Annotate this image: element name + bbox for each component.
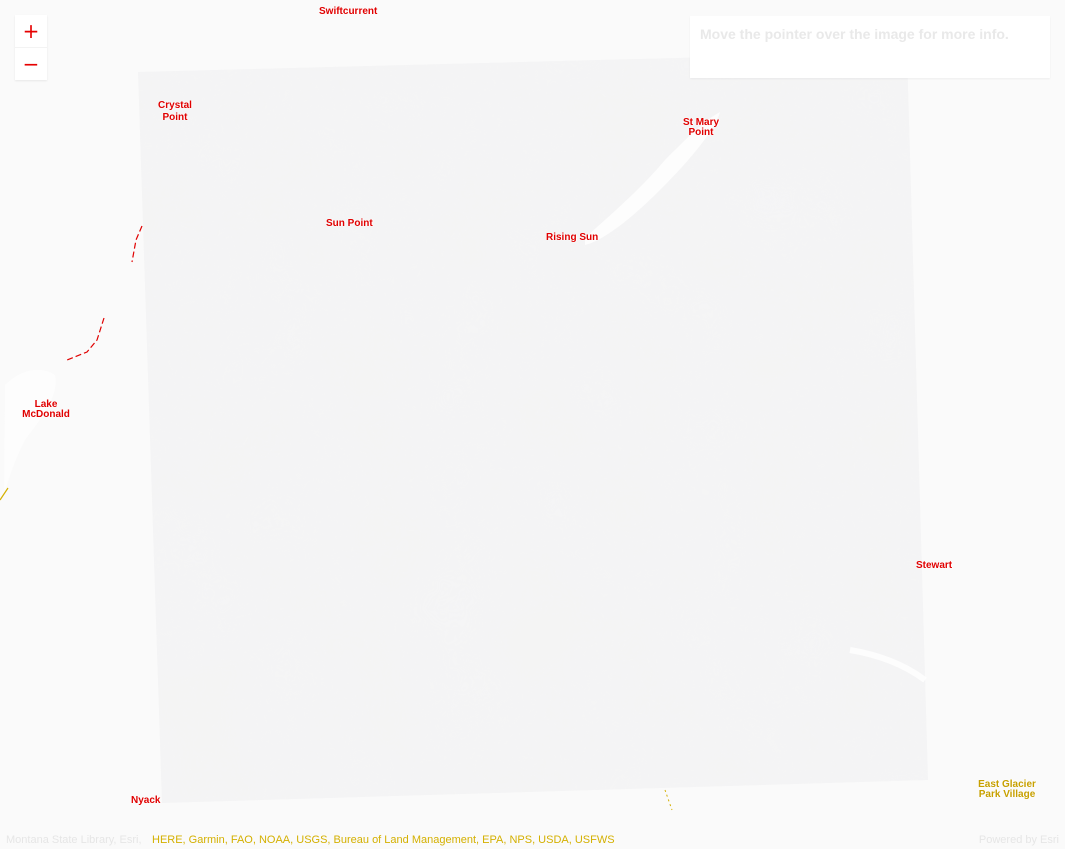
map-view[interactable]: Swiftcurrent Crystal Point St Mary Point… <box>0 0 1065 849</box>
attribution-overlay-text: HERE, Garmin, FAO, NOAA, USGS, Bureau of… <box>152 834 615 846</box>
label-lake-mcdonald: Lake McDonald <box>18 400 74 420</box>
imagery-layer <box>0 52 928 811</box>
attribution-text[interactable]: Montana State Library, Esri, <box>6 832 142 849</box>
label-east-glacier-text: East Glacier Park Village <box>978 779 1036 800</box>
info-panel: Move the pointer over the image for more… <box>690 16 1050 78</box>
label-swiftcurrent: Swiftcurrent <box>319 6 378 17</box>
label-crystal-point: Crystal Point <box>152 100 198 124</box>
raster-texture <box>138 52 928 803</box>
label-rising-sun: Rising Sun <box>546 232 599 243</box>
label-st-mary-point: St Mary Point <box>673 118 729 138</box>
label-lake-mcdonald-text: Lake McDonald <box>22 399 70 420</box>
label-east-glacier-park-village: East Glacier Park Village <box>972 780 1042 800</box>
attribution-bar: Montana State Library, Esri, HERE, Garmi… <box>0 832 1065 849</box>
lake-mcdonald <box>4 369 56 495</box>
info-panel-text: Move the pointer over the image for more… <box>700 26 1009 42</box>
zoom-widget: + − <box>15 15 47 80</box>
road-se <box>664 789 673 811</box>
zoom-in-button[interactable]: + <box>15 15 47 47</box>
road-west <box>66 225 143 361</box>
road-sw <box>0 487 9 501</box>
label-st-mary-point-text: St Mary Point <box>682 117 720 138</box>
label-stewart: Stewart <box>916 560 953 571</box>
powered-by-esri-link[interactable]: Powered by Esri <box>979 832 1059 849</box>
label-sun-point: Sun Point <box>326 218 373 229</box>
zoom-out-button[interactable]: − <box>15 47 47 80</box>
label-crystal-point-text: Crystal Point <box>158 100 192 123</box>
label-nyack: Nyack <box>131 795 161 806</box>
